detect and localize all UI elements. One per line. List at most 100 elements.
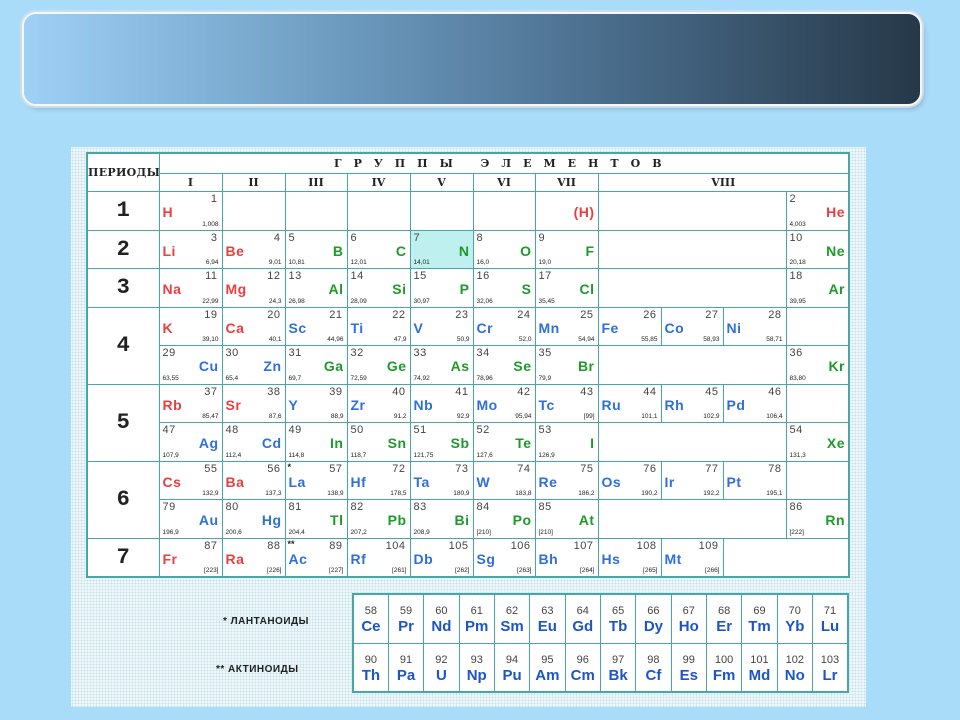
element-cell-Am: 95 Am <box>529 642 566 693</box>
atomic-mass: 58,71 <box>766 336 783 344</box>
atomic-number: 45 <box>705 385 719 398</box>
element-symbol: Tb <box>608 618 628 636</box>
atomic-number: 85 <box>538 501 552 514</box>
atomic-number: 84 <box>476 501 490 514</box>
atomic-number: 109 <box>698 539 719 552</box>
period-number: 5 <box>86 383 160 462</box>
element-symbol: V <box>413 319 424 336</box>
element-cell-Dy: 66 Dy <box>635 593 672 644</box>
element-cell-N: 7 N 14,01 <box>409 229 474 270</box>
atomic-number: 42 <box>517 385 531 398</box>
element-symbol: Eu <box>537 618 557 636</box>
empty-cell <box>785 460 850 501</box>
element-cell-La: * 57 La 138,9 <box>284 460 348 501</box>
atomic-number: 12 <box>267 270 281 283</box>
atomic-number: 55 <box>204 462 218 475</box>
element-symbol: Ta <box>413 473 430 490</box>
element-symbol: Cl <box>579 281 595 298</box>
element-cell-Lr: 103 Lr <box>811 642 849 693</box>
atomic-number: 63 <box>541 605 554 618</box>
atomic-number: 74 <box>517 462 531 475</box>
atomic-number: 37 <box>204 385 218 398</box>
element-symbol: Md <box>748 666 771 684</box>
atomic-number: 92 <box>435 653 448 666</box>
element-symbol: Pm <box>465 618 489 636</box>
atomic-number: 108 <box>636 539 657 552</box>
element-cell-As: 33 As 74,92 <box>409 345 474 385</box>
atomic-number: 31 <box>288 347 302 360</box>
atomic-number: 56 <box>267 462 281 475</box>
atomic-number: 100 <box>714 653 734 666</box>
element-symbol: Mg <box>225 281 247 298</box>
element-cell-Mt: 109 Mt [266] <box>660 537 724 578</box>
atomic-number: 27 <box>705 308 719 321</box>
element-cell-Pu: 94 Pu <box>493 642 531 693</box>
atomic-mass: 95,94 <box>515 413 532 421</box>
element-cell-Ru: 44 Ru 101,1 <box>597 383 662 424</box>
element-cell-Hg: 80 Hg 200,6 <box>221 499 286 539</box>
atomic-number: 93 <box>470 653 483 666</box>
element-symbol: Hg <box>261 512 282 529</box>
atomic-number: 73 <box>455 462 469 475</box>
atomic-number: 7 <box>413 231 421 244</box>
element-symbol: Bk <box>608 666 628 684</box>
element-symbol: C <box>395 242 407 259</box>
group-V: V <box>409 172 474 193</box>
atomic-mass: 196,9 <box>162 528 179 536</box>
element-symbol: Hs <box>601 550 621 567</box>
atomic-number: 97 <box>611 653 625 666</box>
atomic-number: 79 <box>162 501 176 514</box>
element-symbol: Cd <box>261 435 282 452</box>
element-cell-Sm: 62 Sm <box>493 593 531 644</box>
atomic-number: 71 <box>823 605 837 618</box>
atomic-mass: 72,59 <box>350 374 367 382</box>
element-symbol: Au <box>198 512 219 529</box>
element-cell-Br: 35 Br 79,9 <box>534 345 599 385</box>
atomic-mass: 91,2 <box>393 413 407 421</box>
atomic-number: 38 <box>267 385 281 398</box>
element-cell-Rn: 86 Rn [222] <box>785 499 850 539</box>
atomic-mass: 204,4 <box>288 528 305 536</box>
atomic-mass: 20,18 <box>789 259 806 267</box>
element-symbol: Cf <box>645 666 662 684</box>
element-symbol: Pt <box>726 473 742 490</box>
atomic-number: 16 <box>476 270 490 283</box>
element-symbol: Ba <box>225 473 245 490</box>
f-block-table: 58 Ce 59 Pr 60 Nd 61 Pm 62 Sm 63 Eu 64 Gd 65 Tb 66 Dy 67 Ho… <box>352 593 849 693</box>
atomic-mass: [264] <box>580 567 595 574</box>
atomic-mass: 131,3 <box>789 451 806 459</box>
element-symbol: Cu <box>198 358 219 375</box>
atomic-mass: 192,2 <box>703 490 720 498</box>
atomic-number: 2 <box>789 193 797 206</box>
element-cell-Nb: 41 Nb 92,9 <box>409 383 474 424</box>
element-cell-Bk: 97 Bk <box>599 642 637 693</box>
element-symbol: Gd <box>572 618 594 636</box>
element-cell-Te: 52 Te 127,6 <box>472 422 536 462</box>
empty-cell <box>409 191 474 231</box>
table-row: 1 1 H 1,008 (H) 2 He 4,003 <box>86 191 850 231</box>
element-cell-Es: 99 Es <box>670 642 707 693</box>
element-cell-No: 102 No <box>776 642 813 693</box>
atomic-mass: 63,55 <box>162 374 179 382</box>
element-symbol: H <box>162 204 174 221</box>
atomic-number: 8 <box>476 231 484 244</box>
atomic-mass: 35,45 <box>538 297 555 305</box>
element-cell-Cl: 17 Cl 35,45 <box>534 268 599 308</box>
element-cell-V: 23 V 50,9 <box>409 306 474 347</box>
element-cell-I: 53 I 126,9 <box>534 422 599 462</box>
period-number: 1 <box>86 191 160 231</box>
element-symbol: Db <box>413 550 434 567</box>
element-cell-Rh: 45 Rh 102,9 <box>660 383 724 424</box>
element-cell-Zr: 40 Zr 91,2 <box>346 383 411 424</box>
atomic-number: 61 <box>470 605 483 618</box>
element-symbol: Li <box>162 242 176 259</box>
atomic-mass: 207,2 <box>350 528 367 536</box>
atomic-number: 88 <box>267 539 281 552</box>
element-symbol: Th <box>361 666 381 684</box>
atomic-number: 98 <box>647 653 660 666</box>
atomic-number: 72 <box>392 462 406 475</box>
element-cell-Ge: 32 Ge 72,59 <box>346 345 411 385</box>
atomic-mass: 180,9 <box>453 490 470 498</box>
element-cell-Kr: 36 Kr 83,80 <box>785 345 850 385</box>
element-symbol: Ir <box>664 473 675 490</box>
